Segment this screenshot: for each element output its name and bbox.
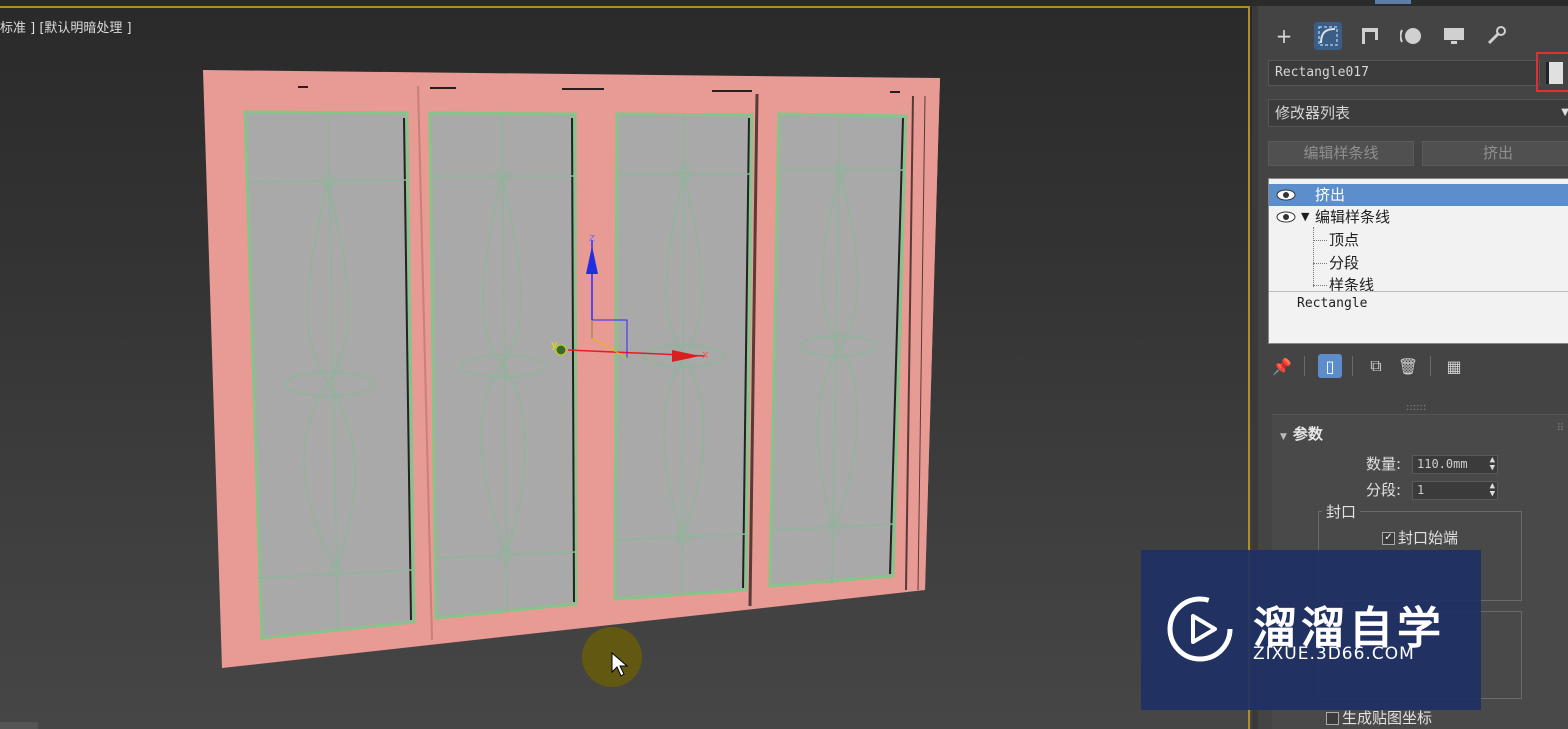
- toolbar-separator: [1430, 356, 1431, 376]
- play-logo-icon: [1167, 596, 1233, 662]
- segments-value: 1: [1417, 483, 1425, 497]
- modify-icon: [1318, 26, 1338, 46]
- object-color-swatch[interactable]: [1536, 52, 1568, 92]
- stack-item-extrude[interactable]: 挤出: [1269, 184, 1568, 206]
- collapse-triangle-icon[interactable]: ▼: [1280, 432, 1287, 442]
- stack-item-edit-spline[interactable]: ▼ 编辑样条线: [1269, 206, 1568, 228]
- y-axis-label: y: [551, 338, 558, 351]
- z-axis-label: z: [589, 231, 595, 244]
- motion-icon: [1400, 28, 1421, 44]
- spinner-arrows-icon[interactable]: ▲ ▼: [1490, 456, 1495, 473]
- stack-toolbar: 📌 ▯ ⧉ 🗑 ▦: [1268, 352, 1568, 382]
- modifier-list-dropdown[interactable]: 修改器列表 ▼: [1268, 99, 1568, 127]
- modify-tab-icon[interactable]: [1314, 22, 1342, 50]
- segments-label: 分段:: [1366, 481, 1402, 499]
- display-tab-icon[interactable]: [1440, 22, 1468, 50]
- display-icon: [1444, 28, 1464, 44]
- motion-tab-icon[interactable]: [1398, 22, 1426, 50]
- map-coords-checkbox[interactable]: 生成贴图坐标: [1326, 707, 1432, 728]
- mouse-cursor-icon: [611, 652, 629, 677]
- hierarchy-tab-icon[interactable]: [1356, 22, 1384, 50]
- toolbar-separator: [1352, 356, 1353, 376]
- stack-subitem-segment[interactable]: 分段: [1269, 252, 1568, 274]
- panel-drag-grip[interactable]: ::::::: [1406, 402, 1426, 413]
- capping-group-title: 封口: [1322, 501, 1361, 522]
- map-coords-label: 生成贴图坐标: [1342, 709, 1433, 727]
- utilities-tab-icon[interactable]: [1482, 22, 1510, 50]
- color-swatch-fill: [1546, 62, 1563, 84]
- cap-start-label: 封口始端: [1398, 529, 1459, 547]
- spinner-arrows-icon[interactable]: ▲ ▼: [1490, 482, 1495, 499]
- modifier-list-label: 修改器列表: [1275, 104, 1351, 122]
- perspective-viewport[interactable]: 标准 ] [默认明暗处理 ] z x y: [0, 0, 1252, 729]
- x-axis-label: x: [702, 348, 709, 361]
- watermark-overlay: 溜溜自学 ZIXUE.3D66.COM: [1141, 550, 1481, 710]
- rollout-header[interactable]: ▼ 参数: [1280, 423, 1323, 444]
- extrude-button[interactable]: 挤出: [1422, 141, 1568, 166]
- window-model[interactable]: z x y: [0, 0, 1252, 729]
- chevron-down-icon: ▼: [1561, 100, 1568, 126]
- toolbar-highlight: [1375, 0, 1411, 4]
- object-name-field[interactable]: Rectangle017: [1268, 60, 1540, 86]
- rollout-title: 参数: [1292, 425, 1323, 443]
- watermark-url: ZIXUE.3D66.COM: [1253, 644, 1415, 664]
- hierarchy-icon: [1362, 28, 1378, 44]
- stack-subitem-label: 分段: [1329, 254, 1360, 272]
- glass-panels: [243, 110, 908, 640]
- stack-subitem-label: 顶点: [1329, 231, 1360, 249]
- wrench-icon: [1487, 26, 1506, 45]
- stack-item-label: 编辑样条线: [1315, 208, 1391, 226]
- segments-spinner[interactable]: 1 ▲ ▼: [1412, 481, 1498, 500]
- rollout-grip-icon: ⠿: [1556, 423, 1564, 434]
- pin-stack-icon[interactable]: 📌: [1270, 354, 1294, 378]
- stack-subitem-vertex[interactable]: 顶点: [1269, 229, 1568, 251]
- show-end-result-icon[interactable]: ▯: [1318, 354, 1342, 378]
- trash-icon[interactable]: 🗑: [1396, 354, 1420, 378]
- eye-icon[interactable]: [1275, 209, 1297, 225]
- cap-start-checkbox[interactable]: ✓ 封口始端: [1382, 527, 1458, 548]
- stack-divider: [1269, 291, 1568, 292]
- configure-sets-icon[interactable]: ▦: [1442, 354, 1466, 378]
- stack-base-object[interactable]: Rectangle: [1297, 293, 1367, 315]
- amount-label: 数量:: [1366, 455, 1402, 473]
- edit-spline-button[interactable]: 编辑样条线: [1268, 141, 1414, 166]
- expand-triangle-icon[interactable]: ▼: [1301, 206, 1309, 228]
- toolbar-separator: [1304, 356, 1305, 376]
- make-unique-icon[interactable]: ⧉: [1364, 354, 1388, 378]
- stack-item-label: 挤出: [1315, 186, 1346, 204]
- amount-spinner[interactable]: 110.0mm ▲ ▼: [1412, 455, 1498, 474]
- eye-icon[interactable]: [1275, 187, 1297, 203]
- create-tab-icon[interactable]: +: [1270, 22, 1298, 50]
- viewport-corner-tab: [0, 722, 38, 729]
- checkmark-icon: ✓: [1382, 532, 1395, 545]
- checkbox-icon: [1326, 712, 1339, 725]
- amount-value: 110.0mm: [1417, 457, 1468, 471]
- modifier-stack[interactable]: 挤出 ▼ 编辑样条线 顶点 分段 样条线 Rectangle: [1268, 178, 1568, 344]
